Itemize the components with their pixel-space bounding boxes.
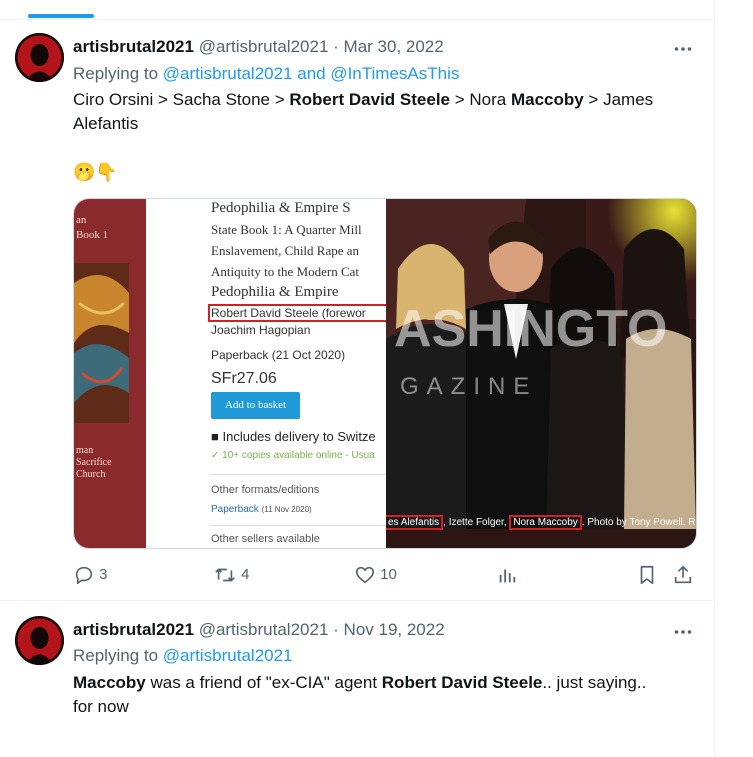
tweet-image[interactable]: an Book 1 man Sacrifice Church Pedophili… <box>73 198 697 549</box>
more-icon[interactable] <box>672 38 694 60</box>
replying-to-label: Replying to <box>73 646 159 665</box>
copies-available: ✓ 10+ copies available online - Usua <box>211 450 375 461</box>
tweet-actions: 3 4 10 <box>73 563 698 587</box>
truck-icon: ■ <box>211 429 219 444</box>
tweet-date[interactable]: Nov 19, 2022 <box>344 620 445 639</box>
emoji-row: 🫢👇 <box>73 162 118 182</box>
book-cover: an Book 1 man Sacrifice Church <box>74 199 146 548</box>
tweet-text-bold: Robert David Steele <box>381 673 543 692</box>
avatar[interactable] <box>15 616 64 665</box>
photo-caption: es Alefantis, Izette Folger, Nora Maccob… <box>386 514 696 532</box>
author-handle[interactable]: @artisbrutal2021 <box>199 620 329 639</box>
book-cover-text: Sacrifice <box>76 457 112 468</box>
listing-subtitle: Antiquity to the Modern Cat <box>211 264 360 279</box>
tweet-1[interactable]: artisbrutal2021 @artisbrutal2021 · Mar 3… <box>0 0 714 600</box>
reply-mention[interactable]: @artisbrutal2021 <box>163 646 293 665</box>
listing-title: Pedophilia & Empire S <box>211 200 351 216</box>
listing-title: Pedophilia & Empire <box>211 284 339 300</box>
tweet-text-part: for now <box>73 697 129 716</box>
reply-count: 3 <box>99 566 108 583</box>
tweet-text: Maccoby was a friend of "ex-CIA" agent R… <box>73 671 698 719</box>
bookmark-button[interactable] <box>636 563 658 587</box>
like-button[interactable]: 10 <box>354 563 397 587</box>
separator: · <box>333 37 339 56</box>
author-name[interactable]: artisbrutal2021 <box>73 620 194 639</box>
caption-highlight: es Alefantis <box>386 515 444 530</box>
views-button[interactable] <box>496 563 518 587</box>
listing-subtitle: Enslavement, Child Rape an <box>211 243 360 258</box>
event-photo: ASHINGTO GAZINE es Alefantis, Izette Fol… <box>386 199 696 548</box>
listing-author: Robert David Steele (forewor <box>211 306 366 320</box>
paperback-date: (11 Nov 2020) <box>261 505 312 514</box>
caption-highlight: Nora Maccoby <box>509 515 582 530</box>
repost-count: 4 <box>241 566 250 583</box>
caption-text: , Izette Folger, <box>443 517 510 528</box>
tweet-text: Ciro Orsini > Sacha Stone > Robert David… <box>73 88 698 136</box>
listing-divider <box>211 525 386 526</box>
repost-icon <box>215 568 235 582</box>
listing-subtitle: State Book 1: A Quarter Mill <box>211 222 362 237</box>
listing-format: Paperback (21 Oct 2020) <box>211 348 346 362</box>
book-cover-text: an <box>76 214 87 226</box>
replying-to-label: Replying to <box>73 64 159 83</box>
bookmark-icon <box>640 565 654 585</box>
tweet-text-part: > Nora <box>450 90 511 109</box>
listing-author-2: Joachim Hagopian <box>211 323 311 337</box>
replying-to: Replying to @artisbrutal2021 and @InTime… <box>73 62 459 86</box>
book-cover-text: Book 1 <box>76 229 109 241</box>
share-button[interactable] <box>672 563 694 587</box>
book-listing: Pedophilia & Empire S State Book 1: A Qu… <box>146 199 386 548</box>
tweet-2[interactable]: artisbrutal2021 @artisbrutal2021 · Nov 1… <box>0 601 714 757</box>
tweet-text-part: > James <box>583 90 654 109</box>
tweet-text-bold: Maccoby <box>73 673 146 692</box>
analytics-icon <box>499 569 516 583</box>
reply-button[interactable]: 3 <box>73 563 108 587</box>
book-cover-text: man <box>76 445 94 456</box>
other-formats: Other formats/editions <box>211 484 320 496</box>
listing-divider <box>211 474 386 475</box>
caption-text: . Photo by Tony Powell. Roc <box>581 517 696 528</box>
replying-to: Replying to @artisbrutal2021 <box>73 644 293 668</box>
tweet-date[interactable]: Mar 30, 2022 <box>344 37 444 56</box>
tweet-text-bold: Robert David Steele <box>289 90 450 109</box>
share-icon <box>674 565 692 584</box>
separator: · <box>333 620 339 639</box>
magazine-watermark: ASHINGTO <box>394 300 668 358</box>
repost-button[interactable]: 4 <box>213 563 250 587</box>
avatar[interactable] <box>15 33 64 82</box>
tweet-header: artisbrutal2021 @artisbrutal2021 · Mar 3… <box>73 36 444 58</box>
add-to-basket-button: Add to basket <box>211 392 300 419</box>
reply-mention[interactable]: @artisbrutal2021 and @InTimesAsThis <box>163 64 460 83</box>
like-count: 10 <box>380 566 397 583</box>
tweet-header: artisbrutal2021 @artisbrutal2021 · Nov 1… <box>73 619 445 641</box>
tweet-text-part: .. just saying.. <box>542 673 647 692</box>
more-icon[interactable] <box>672 621 694 643</box>
paperback-link: Paperback <box>211 504 259 515</box>
tweet-text-bold: Maccoby <box>510 90 584 109</box>
listing-price: SFr27.06 <box>211 370 277 387</box>
author-handle[interactable]: @artisbrutal2021 <box>199 37 329 56</box>
delivery-text: Includes delivery to Switze <box>222 429 376 444</box>
book-cover-text: Church <box>76 469 106 480</box>
other-sellers: Other sellers available <box>211 533 320 545</box>
column-border <box>714 0 715 757</box>
tweet-text-part: was a friend of "ex-CIA" agent <box>145 673 382 692</box>
author-name[interactable]: artisbrutal2021 <box>73 37 194 56</box>
magazine-watermark-2: GAZINE <box>400 373 538 400</box>
tweet-text-part: Ciro Orsini > Sacha Stone > <box>73 90 290 109</box>
reply-icon <box>75 566 93 585</box>
tweet-text-part: Alefantis <box>73 114 139 133</box>
heart-icon <box>355 566 375 584</box>
